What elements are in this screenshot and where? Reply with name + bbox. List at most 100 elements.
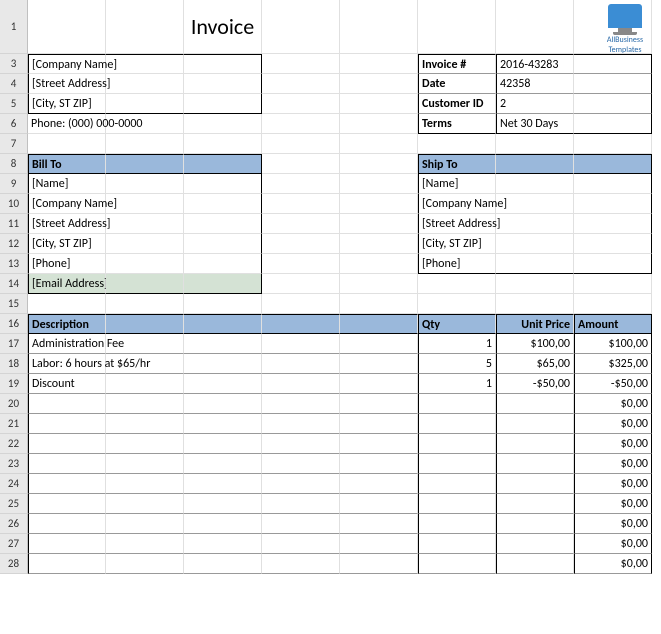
col-qty[interactable]: Qty [418,314,496,334]
row-header[interactable]: 25 [0,494,28,514]
row-header[interactable]: 9 [0,174,28,194]
row-header[interactable]: 1 [0,0,28,54]
line-qty[interactable] [418,474,496,494]
row-header[interactable]: 21 [0,414,28,434]
shipto-company[interactable]: [Company Name] [418,194,496,214]
line-amount[interactable]: $100,00 [574,334,652,354]
row-header[interactable]: 10 [0,194,28,214]
line-unit[interactable] [496,434,574,454]
meta-cust-label[interactable]: Customer ID [418,94,496,114]
row-header[interactable]: 6 [0,114,28,134]
company-phone[interactable]: Phone: (000) 000-0000 [28,114,106,134]
line-amount[interactable]: $0,00 [574,554,652,574]
row-header[interactable]: 5 [0,94,28,114]
invoice-title[interactable]: Invoice [184,0,262,54]
spreadsheet-grid[interactable]: 1 Invoice 3 [Company Name] Invoice # 201… [0,0,661,574]
row-header[interactable]: 15 [0,294,28,314]
line-amount[interactable]: $0,00 [574,514,652,534]
line-amount[interactable]: $325,00 [574,354,652,374]
billto-name[interactable]: [Name] [28,174,106,194]
line-qty[interactable] [418,414,496,434]
line-unit[interactable] [496,514,574,534]
line-amount[interactable]: $0,00 [574,414,652,434]
meta-date-label[interactable]: Date [418,74,496,94]
line-amount[interactable]: $0,00 [574,394,652,414]
row-header[interactable]: 24 [0,474,28,494]
line-unit[interactable] [496,394,574,414]
row-header[interactable]: 26 [0,514,28,534]
row-header[interactable]: 27 [0,534,28,554]
shipto-citystzip[interactable]: [City, ST ZIP] [418,234,496,254]
line-desc[interactable]: Discount [28,374,106,394]
row-header[interactable]: 17 [0,334,28,354]
row-header[interactable]: 20 [0,394,28,414]
line-amount[interactable]: -$50,00 [574,374,652,394]
billto-company[interactable]: [Company Name] [28,194,106,214]
meta-terms-value[interactable]: Net 30 Days [496,114,574,134]
line-qty[interactable]: 5 [418,354,496,374]
line-unit[interactable]: -$50,00 [496,374,574,394]
line-amount[interactable]: $0,00 [574,434,652,454]
billto-street[interactable]: [Street Address] [28,214,106,234]
line-unit[interactable]: $65,00 [496,354,574,374]
company-street[interactable]: [Street Address] [28,74,106,94]
line-unit[interactable] [496,494,574,514]
company-citystzip[interactable]: [City, ST ZIP] [28,94,106,114]
row-header[interactable]: 13 [0,254,28,274]
row-header[interactable]: 22 [0,434,28,454]
billto-header[interactable]: Bill To [28,154,106,174]
line-desc[interactable] [28,514,106,534]
line-desc[interactable] [28,434,106,454]
line-qty[interactable] [418,494,496,514]
line-desc[interactable]: Administration Fee [28,334,106,354]
line-desc[interactable] [28,414,106,434]
row-header[interactable]: 12 [0,234,28,254]
line-amount[interactable]: $0,00 [574,474,652,494]
line-unit[interactable] [496,554,574,574]
billto-citystzip[interactable]: [City, ST ZIP] [28,234,106,254]
line-qty[interactable] [418,534,496,554]
meta-date-value[interactable]: 42358 [496,74,574,94]
row-header[interactable]: 19 [0,374,28,394]
line-unit[interactable] [496,414,574,434]
line-amount[interactable]: $0,00 [574,494,652,514]
line-desc[interactable] [28,454,106,474]
line-desc[interactable] [28,474,106,494]
line-qty[interactable] [418,554,496,574]
meta-invoice-value[interactable]: 2016-43283 [496,54,574,74]
row-header[interactable]: 18 [0,354,28,374]
meta-terms-label[interactable]: Terms [418,114,496,134]
row-header[interactable]: 23 [0,454,28,474]
row-header[interactable]: 7 [0,134,28,154]
meta-invoice-label[interactable]: Invoice # [418,54,496,74]
line-desc[interactable] [28,554,106,574]
col-amount[interactable]: Amount [574,314,652,334]
meta-cust-value[interactable]: 2 [496,94,574,114]
line-qty[interactable]: 1 [418,374,496,394]
line-amount[interactable]: $0,00 [574,534,652,554]
row-header[interactable]: 28 [0,554,28,574]
line-desc[interactable] [28,394,106,414]
row-header[interactable]: 16 [0,314,28,334]
line-desc[interactable] [28,494,106,514]
billto-email[interactable]: [Email Address] [28,274,106,294]
line-qty[interactable] [418,454,496,474]
row-header[interactable]: 3 [0,54,28,74]
row-header[interactable]: 14 [0,274,28,294]
line-qty[interactable]: 1 [418,334,496,354]
line-unit[interactable] [496,474,574,494]
line-desc[interactable]: Labor: 6 hours at $65/hr [28,354,106,374]
line-qty[interactable] [418,394,496,414]
shipto-header[interactable]: Ship To [418,154,496,174]
billto-phone[interactable]: [Phone] [28,254,106,274]
col-description[interactable]: Description [28,314,106,334]
shipto-street[interactable]: [Street Address] [418,214,496,234]
line-unit[interactable] [496,454,574,474]
col-unit[interactable]: Unit Price [496,314,574,334]
line-desc[interactable] [28,534,106,554]
line-unit[interactable] [496,534,574,554]
row-header[interactable]: 4 [0,74,28,94]
line-qty[interactable] [418,434,496,454]
line-qty[interactable] [418,514,496,534]
shipto-name[interactable]: [Name] [418,174,496,194]
